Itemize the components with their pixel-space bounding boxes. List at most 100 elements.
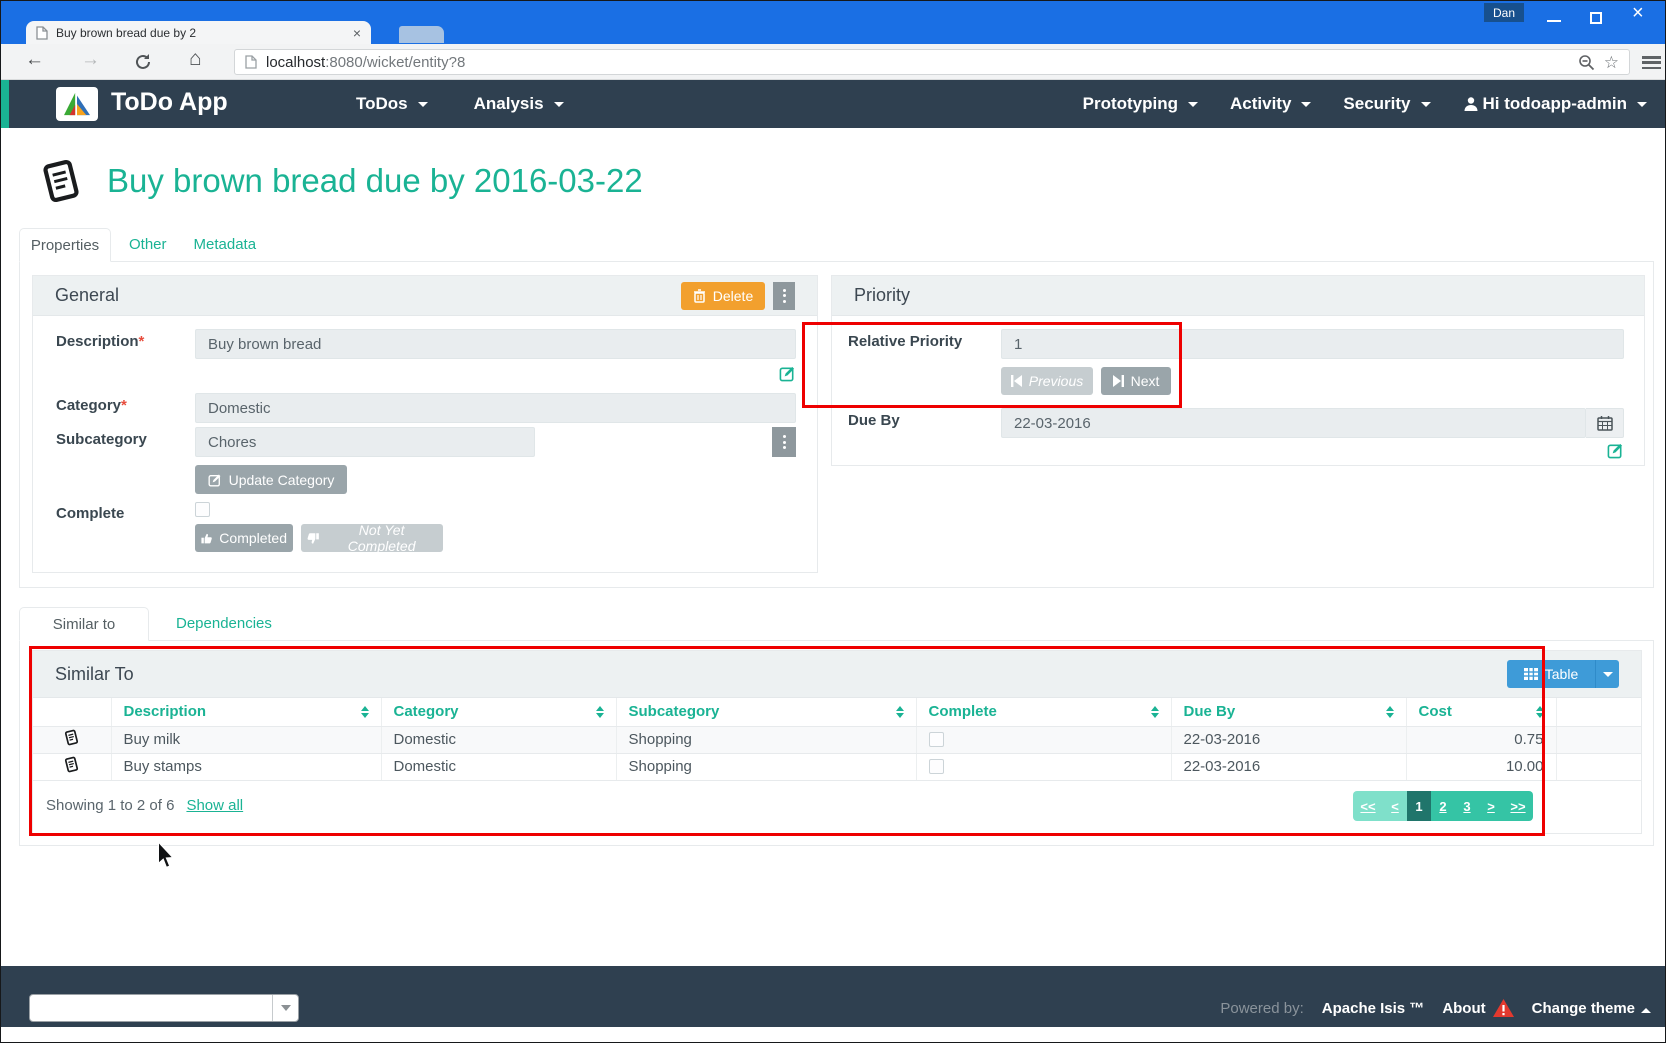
description-input[interactable]: Buy brown bread <box>195 329 796 359</box>
more-actions-icon[interactable] <box>773 282 795 310</box>
page-first[interactable]: << <box>1353 791 1383 821</box>
menu-activity[interactable]: Activity <box>1230 94 1311 114</box>
pagination: << < 1 2 3 > >> <box>1353 791 1533 821</box>
tab-metadata[interactable]: Metadata <box>194 236 257 262</box>
column-due-by[interactable]: Due By <box>1171 698 1406 726</box>
page-1[interactable]: 1 <box>1407 791 1431 821</box>
page-next[interactable]: > <box>1479 791 1503 821</box>
chevron-up-icon <box>1641 1008 1651 1013</box>
inactive-tab-stub[interactable] <box>399 26 444 43</box>
cell-cost: 0.75 <box>1406 726 1556 753</box>
url-text: localhost:8080/wicket/entity?8 <box>266 54 1569 71</box>
close-icon[interactable]: × <box>1632 2 1644 25</box>
sort-icon[interactable] <box>596 706 604 718</box>
page-content: Buy brown bread due by 2016-03-22 Proper… <box>1 128 1665 966</box>
sort-icon[interactable] <box>1536 706 1544 718</box>
forward-icon[interactable]: → <box>81 49 100 71</box>
about-link[interactable]: About <box>1442 999 1513 1017</box>
show-all-link[interactable]: Show all <box>186 797 243 814</box>
cell-description[interactable]: Buy stamps <box>111 753 381 780</box>
not-yet-completed-button[interactable]: Not Yet Completed <box>301 524 443 552</box>
column-description[interactable]: Description <box>111 698 381 726</box>
footer-select[interactable] <box>29 994 299 1022</box>
complete-checkbox[interactable] <box>195 502 210 517</box>
primary-tabs: Properties Other Metadata <box>19 228 256 262</box>
page-3[interactable]: 3 <box>1455 791 1479 821</box>
tab-dependencies[interactable]: Dependencies <box>176 615 272 641</box>
sort-icon[interactable] <box>361 706 369 718</box>
sort-icon[interactable] <box>1151 706 1159 718</box>
priority-panel: Priority Relative Priority 1 Previous Ne… <box>831 275 1645 466</box>
edit-icon[interactable] <box>1607 442 1624 459</box>
sort-icon[interactable] <box>896 706 904 718</box>
similar-to-header: Similar To Table <box>33 651 1641 698</box>
cell-description[interactable]: Buy milk <box>111 726 381 753</box>
tab-other[interactable]: Other <box>129 236 167 262</box>
cell-complete <box>916 753 1171 780</box>
update-category-button[interactable]: Update Category <box>195 465 347 494</box>
category-input[interactable]: Domestic <box>195 393 796 423</box>
subcategory-input[interactable]: Chores <box>195 427 535 457</box>
browser-tab[interactable]: Buy brown bread due by 2 × <box>26 21 371 44</box>
back-icon[interactable]: ← <box>25 49 44 71</box>
due-by-input[interactable]: 22-03-2016 <box>1001 408 1586 438</box>
row-icon[interactable] <box>33 753 111 780</box>
page-prev[interactable]: < <box>1383 791 1407 821</box>
cell-complete <box>916 726 1171 753</box>
subcategory-more-icon[interactable] <box>772 427 796 457</box>
browser-menu-icon[interactable] <box>1642 56 1661 69</box>
menu-prototyping[interactable]: Prototyping <box>1083 94 1198 114</box>
menu-todos[interactable]: ToDos <box>356 94 428 114</box>
panel-title: General <box>55 285 119 306</box>
column-category[interactable]: Category <box>381 698 616 726</box>
page-2[interactable]: 2 <box>1431 791 1455 821</box>
address-bar[interactable]: localhost:8080/wicket/entity?8 ☆ <box>234 49 1630 75</box>
row-icon[interactable] <box>33 726 111 753</box>
table-view-button[interactable]: Table <box>1507 660 1595 688</box>
delete-button[interactable]: Delete <box>681 282 765 310</box>
reload-icon[interactable] <box>134 53 152 71</box>
chevron-down-icon <box>1188 102 1198 107</box>
edit-icon[interactable] <box>779 365 796 382</box>
previous-button[interactable]: Previous <box>1001 367 1093 395</box>
complete-checkbox[interactable] <box>929 759 944 774</box>
minimize-icon[interactable] <box>1547 20 1561 22</box>
bookmark-star-icon[interactable]: ☆ <box>1604 54 1619 71</box>
complete-checkbox[interactable] <box>929 732 944 747</box>
column-subcategory[interactable]: Subcategory <box>616 698 916 726</box>
change-theme-link[interactable]: Change theme <box>1532 1000 1651 1017</box>
table-view-caret[interactable] <box>1595 660 1619 688</box>
maximize-icon[interactable] <box>1590 12 1602 24</box>
navbar-menus-right: Prototyping Activity Security Hi todoapp… <box>1083 80 1647 128</box>
cell-category: Domestic <box>381 753 616 780</box>
select-caret-icon <box>272 995 298 1021</box>
table-summary: Showing 1 to 2 of 6Show all <box>46 797 243 814</box>
next-button[interactable]: Next <box>1101 367 1171 395</box>
completed-button[interactable]: Completed <box>195 524 293 552</box>
browser-toolbar: ← → ⌂ localhost:8080/wicket/entity?8 ☆ <box>1 44 1665 80</box>
page-last[interactable]: >> <box>1503 791 1533 821</box>
app-logo[interactable] <box>56 87 98 121</box>
menu-analysis[interactable]: Analysis <box>474 94 564 114</box>
calendar-icon <box>1597 415 1613 431</box>
cell-subcategory: Shopping <box>616 726 916 753</box>
menu-security[interactable]: Security <box>1343 94 1430 114</box>
panel-title: Similar To <box>55 664 134 685</box>
menu-user[interactable]: Hi todoapp-admin <box>1463 94 1647 114</box>
tab-similar-to[interactable]: Similar to <box>19 607 149 641</box>
calendar-addon[interactable] <box>1586 408 1624 438</box>
profile-badge[interactable]: Dan <box>1484 3 1524 22</box>
zoom-icon[interactable] <box>1578 54 1595 71</box>
home-icon[interactable]: ⌂ <box>189 47 202 71</box>
app-brand[interactable]: ToDo App <box>111 88 228 117</box>
chevron-down-icon <box>1637 102 1647 107</box>
tab-close-icon[interactable]: × <box>353 26 361 40</box>
relative-priority-input[interactable]: 1 <box>1001 329 1624 359</box>
column-complete[interactable]: Complete <box>916 698 1171 726</box>
due-by-label: Due By <box>848 412 900 429</box>
subcategory-label: Subcategory <box>56 431 147 448</box>
sort-icon[interactable] <box>1386 706 1394 718</box>
tab-properties[interactable]: Properties <box>19 228 111 262</box>
apache-isis-link[interactable]: Apache Isis ™ <box>1322 1000 1425 1017</box>
column-cost[interactable]: Cost <box>1406 698 1556 726</box>
